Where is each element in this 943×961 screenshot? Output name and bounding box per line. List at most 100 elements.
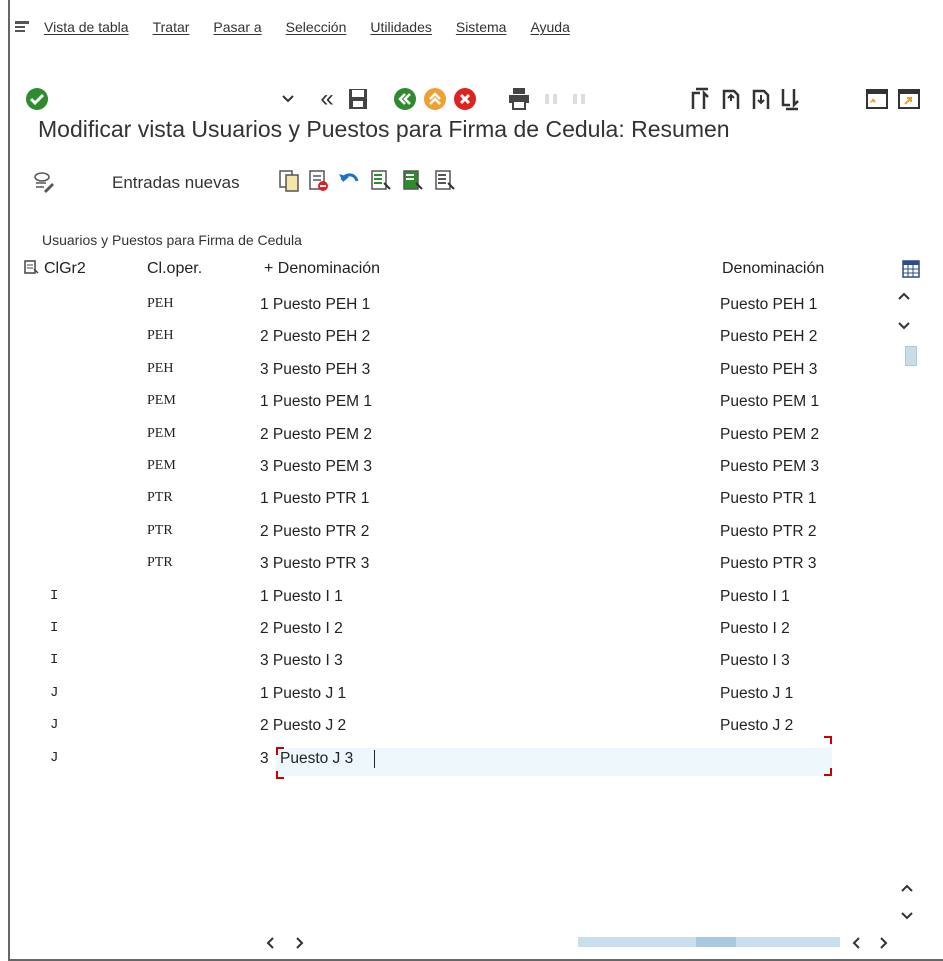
cell-cloper: PTR <box>147 555 173 571</box>
table-row[interactable]: PTR 3 Puesto PTR 3 Puesto PTR 3 <box>0 549 900 581</box>
table-row[interactable]: PEH 3 Puesto PEH 3 Puesto PEH 3 <box>0 355 900 387</box>
table-row[interactable]: PEH 1 Puesto PEH 1 Puesto PEH 1 <box>0 290 900 322</box>
cell-denominacion-1: 1 Puesto I 1 <box>260 587 343 605</box>
column-settings-icon[interactable] <box>24 260 40 274</box>
first-page-icon[interactable] <box>688 82 714 116</box>
scroll-down-icon[interactable] <box>897 318 911 336</box>
cell-denominacion-2: Puesto PTR 3 <box>720 555 817 573</box>
cell-clgr2[interactable]: J <box>50 750 58 766</box>
back-icon[interactable] <box>392 82 418 116</box>
command-field[interactable] <box>74 84 274 110</box>
scroll-left-right-icon[interactable] <box>852 936 862 955</box>
focus-corner-bl <box>276 771 284 779</box>
select-all-icon[interactable] <box>368 164 394 198</box>
scroll-up-icon[interactable] <box>897 288 911 306</box>
column-header-clgr2-label: ClGr2 <box>44 260 86 277</box>
last-page-icon[interactable] <box>778 82 804 116</box>
scroll-left-icon[interactable] <box>266 936 276 955</box>
column-header-denominacion-2[interactable]: Denominación <box>722 260 824 278</box>
create-session-icon[interactable] <box>864 82 890 116</box>
table-row[interactable]: PEM 3 Puesto PEM 3 Puesto PEM 3 <box>0 452 900 484</box>
cell-denominacion-1: 2 Puesto J 2 <box>260 717 347 735</box>
menu-item-seleccion[interactable]: Selección <box>286 19 347 35</box>
cell-cloper: PTR <box>147 522 173 538</box>
scroll-right-icon[interactable] <box>294 936 304 955</box>
copy-as-icon[interactable] <box>276 164 302 198</box>
cell-denominacion-2: Puesto I 1 <box>720 587 790 605</box>
table-row[interactable]: PEM 2 Puesto PEM 2 Puesto PEM 2 <box>0 420 900 452</box>
cancel-icon[interactable] <box>452 82 478 116</box>
cell-denominacion-1: 1 Puesto PEH 1 <box>260 296 371 313</box>
cell-denominacion-2: Puesto PTR 1 <box>720 490 817 508</box>
select-block-icon[interactable] <box>400 164 426 198</box>
cell-denominacion-2: Puesto PEM 2 <box>720 425 820 443</box>
enter-check-icon[interactable] <box>24 82 50 116</box>
menu-bar: Vista de tabla Tratar Pasar a Selección … <box>12 14 594 40</box>
menu-item-vista-de-tabla[interactable]: Vista de tabla <box>44 19 129 35</box>
cell-denominacion-1: 3 Puesto PEM 3 <box>260 458 373 475</box>
history-back-icon[interactable]: « <box>313 82 341 116</box>
scroll-up-bottom-icon[interactable] <box>900 880 914 898</box>
column-header-clgr2[interactable]: ClGr2 <box>24 260 86 278</box>
menu-item-utilidades[interactable]: Utilidades <box>370 19 431 35</box>
cell-denominacion-1: 1 Puesto J 1 <box>260 684 347 702</box>
delete-icon[interactable] <box>306 164 332 198</box>
print-icon[interactable] <box>506 82 532 116</box>
cell-denominacion-1: 1 Puesto PEM 1 <box>260 393 373 411</box>
table-row[interactable]: I 2 Puesto I 2 Puesto I 2 <box>0 614 900 646</box>
cell-clgr2: I <box>50 620 59 636</box>
cell-clgr2: I <box>50 587 59 604</box>
save-icon[interactable] <box>346 82 370 116</box>
shortcut-icon[interactable] <box>896 82 922 116</box>
table-row[interactable]: PTR 2 Puesto PTR 2 Puesto PTR 2 <box>0 517 900 549</box>
table-row[interactable]: PEM 1 Puesto PEM 1 Puesto PEM 1 <box>0 387 900 419</box>
table-row[interactable]: J 1 Puesto J 1 Puesto J 1 <box>0 679 900 711</box>
cell-denominacion-2: Puesto J 2 <box>720 717 794 735</box>
cell-prefix: 3 <box>260 750 269 767</box>
cell-denominacion-1: 2 Puesto PEM 2 <box>260 425 373 443</box>
cell-denominacion-1: 2 Puesto I 2 <box>260 620 343 637</box>
application-toolbar: Entradas nuevas <box>30 162 930 202</box>
next-page-icon[interactable] <box>748 82 774 116</box>
dropdown-chevron-icon[interactable] <box>278 82 298 116</box>
table-row[interactable]: I 3 Puesto I 3 Puesto I 3 <box>0 646 900 678</box>
previous-page-icon[interactable] <box>718 82 744 116</box>
cell-denominacion-1: 3 Puesto PTR 3 <box>260 555 370 573</box>
table-row[interactable]: PEH 2 Puesto PEH 2 Puesto PEH 2 <box>0 322 900 354</box>
cell-denominacion-1: 3 Puesto PEH 3 <box>260 360 371 378</box>
text-cursor <box>374 750 375 768</box>
denominacion-input[interactable]: Puesto J 3 <box>280 750 353 768</box>
vertical-scrollbar-thumb[interactable] <box>905 346 917 366</box>
display-change-icon[interactable] <box>30 164 58 198</box>
menu-item-ayuda[interactable]: Ayuda <box>530 19 569 35</box>
table-row[interactable]: J 2 Puesto J 2 Puesto J 2 <box>0 711 900 743</box>
table-row[interactable]: I 1 Puesto I 1 Puesto I 1 <box>0 582 900 614</box>
column-header-denominacion-1[interactable]: + Denominación <box>264 260 380 278</box>
cell-clgr2: J <box>50 717 59 734</box>
table-config-icon[interactable] <box>902 260 920 283</box>
cell-denominacion-1: 2 Puesto PEH 2 <box>260 328 371 346</box>
find-icon <box>540 82 566 116</box>
menu-item-tratar[interactable]: Tratar <box>153 19 190 35</box>
exit-icon[interactable] <box>422 82 448 116</box>
menu-icon[interactable] <box>14 20 32 34</box>
new-entries-button[interactable]: Entradas nuevas <box>112 173 240 193</box>
table-row-edit[interactable]: J 3 Puesto J 3 <box>0 744 900 776</box>
undo-icon[interactable] <box>336 164 362 198</box>
cell-denominacion-2: Puesto J 1 <box>720 684 794 702</box>
cell-denominacion-2: Puesto PEH 3 <box>720 360 818 378</box>
cell-cloper: PEM <box>147 425 176 441</box>
scroll-down-bottom-icon[interactable] <box>900 908 914 926</box>
horizontal-scrollbar-thumb[interactable] <box>696 937 736 947</box>
menu-item-sistema[interactable]: Sistema <box>456 19 507 35</box>
scroll-right-right-icon[interactable] <box>878 936 888 955</box>
cell-denominacion-1: 2 Puesto PTR 2 <box>260 522 370 540</box>
cell-cloper: PEH <box>147 296 174 311</box>
cell-denominacion-2: Puesto PEM 3 <box>720 458 820 475</box>
deselect-all-icon[interactable] <box>432 164 458 198</box>
menu-item-pasar-a[interactable]: Pasar a <box>213 19 261 35</box>
cell-denominacion-2: Puesto I 3 <box>720 652 790 670</box>
column-header-cloper[interactable]: Cl.oper. <box>147 260 202 278</box>
table-row[interactable]: PTR 1 Puesto PTR 1 Puesto PTR 1 <box>0 484 900 516</box>
cell-cloper: PEM <box>147 393 176 409</box>
